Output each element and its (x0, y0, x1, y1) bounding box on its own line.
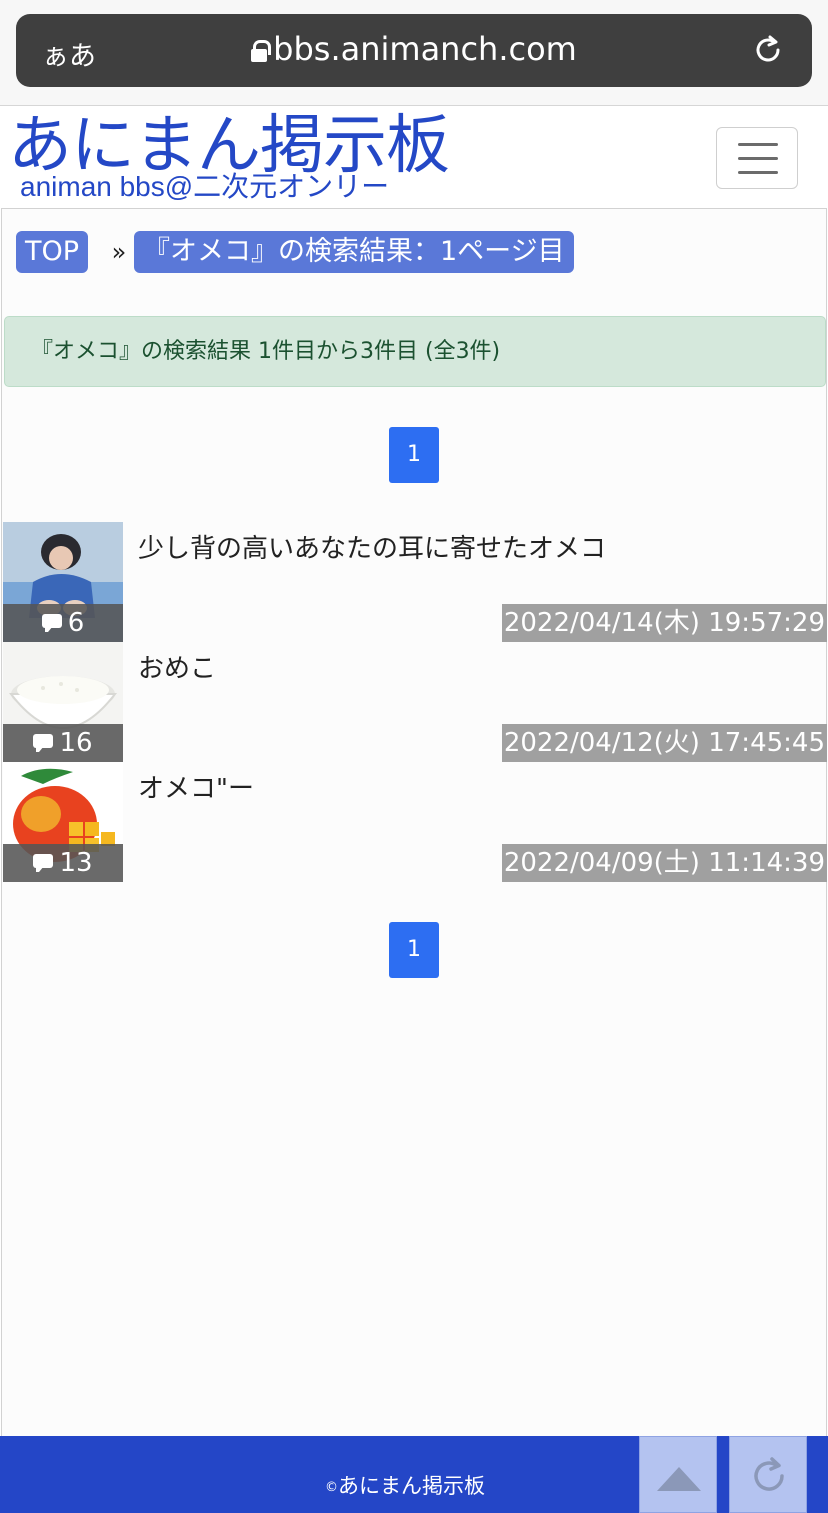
comment-count-badge: 6 (3, 604, 123, 642)
refresh-icon (754, 1457, 784, 1491)
breadcrumb-separator: » (111, 238, 127, 266)
thread-date: 2022/04/14(木) 19:57:29 (501, 604, 827, 642)
thread-thumbnail[interactable]: 16 (3, 642, 123, 762)
thread-title[interactable]: おめこ (138, 648, 216, 685)
pagination-page-1-bottom[interactable]: 1 (389, 922, 439, 978)
pagination-page-1-top[interactable]: 1 (389, 427, 439, 483)
site-header: あにまん掲示板 animan bbs@二次元オンリー (0, 107, 828, 208)
comment-count: 16 (59, 728, 93, 758)
url-text: bbs.animanch.com (273, 30, 577, 68)
comment-icon (33, 734, 54, 752)
page-reload-button[interactable] (729, 1436, 807, 1513)
thread-thumbnail[interactable]: 6 (3, 522, 123, 642)
thread-date: 2022/04/09(土) 11:14:39 (501, 844, 827, 882)
thread-date: 2022/04/12(火) 17:45:45 (501, 724, 827, 762)
hamburger-menu-button[interactable] (716, 127, 798, 189)
scroll-to-top-button[interactable] (639, 1436, 717, 1513)
main-content: TOP » 『オメコ』の検索結果：1ページ目 『オメコ』の検索結果 1件目から3… (1, 208, 827, 1436)
browser-toolbar: ぁあ bbs.animanch.com (0, 0, 828, 106)
comment-icon (33, 854, 54, 872)
url-display[interactable]: bbs.animanch.com (16, 30, 812, 68)
thread-item[interactable]: 16 おめこ 2022/04/12(火) 17:45:45 (3, 642, 827, 762)
comment-count-badge: 16 (3, 724, 123, 762)
comment-count: 6 (67, 608, 85, 638)
thread-thumbnail[interactable]: 13 (3, 762, 123, 882)
comment-count: 13 (59, 848, 93, 878)
arrow-up-icon (657, 1467, 701, 1491)
breadcrumb-top-link[interactable]: TOP (16, 231, 89, 273)
thread-item[interactable]: 6 少し背の高いあなたの耳に寄せたオメコ 2022/04/14(木) 19:57… (3, 522, 827, 642)
address-bar[interactable]: ぁあ bbs.animanch.com (16, 14, 812, 87)
thread-item[interactable]: 13 オメコ"ー 2022/04/09(土) 11:14:39 (3, 762, 827, 882)
thread-title[interactable]: 少し背の高いあなたの耳に寄せたオメコ (138, 528, 606, 565)
breadcrumb-current[interactable]: 『オメコ』の検索結果：1ページ目 (134, 231, 574, 273)
reload-icon[interactable] (750, 32, 786, 68)
copyright-site-name: あにまん掲示板 (338, 1474, 485, 1498)
site-tagline: animan bbs@二次元オンリー (20, 171, 390, 202)
comment-icon (41, 614, 62, 632)
thread-title[interactable]: オメコ"ー (138, 768, 254, 805)
comment-count-badge: 13 (3, 844, 123, 882)
copyright-symbol: © (325, 1480, 338, 1495)
search-result-summary: 『オメコ』の検索結果 1件目から3件目 (全3件) (4, 316, 826, 387)
site-footer: ©あにまん掲示板 (0, 1436, 828, 1513)
lock-icon (251, 40, 272, 62)
menu-icon (738, 143, 778, 146)
